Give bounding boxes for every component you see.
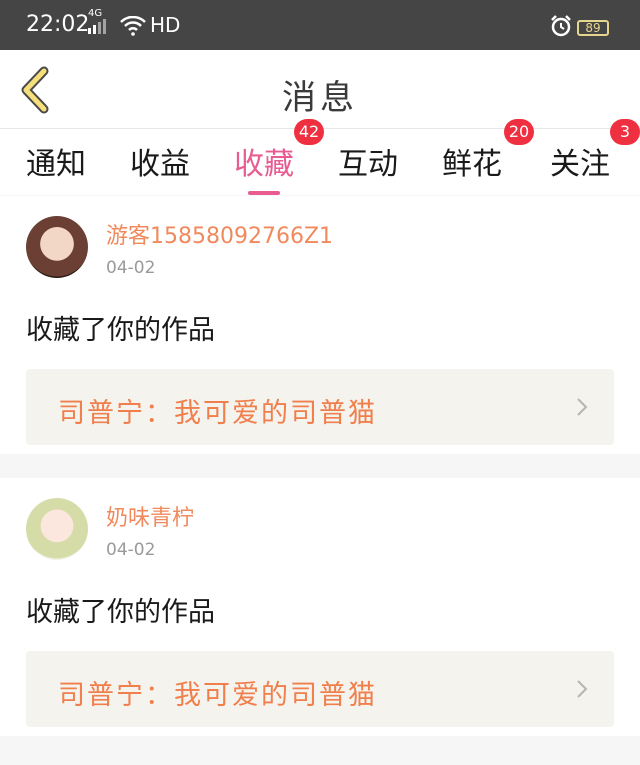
tab-follows[interactable]: 关注 3	[550, 119, 640, 183]
flowers-badge: 20	[504, 119, 534, 145]
tab-label: 收益	[130, 147, 190, 182]
user-name[interactable]: 奶味青柠	[106, 500, 194, 532]
tab-earnings[interactable]: 收益	[130, 139, 190, 183]
notification-action: 收藏了你的作品	[26, 315, 215, 346]
tab-interactions[interactable]: 互动	[338, 139, 398, 183]
work-title: 司普宁：我可爱的司普猫	[58, 680, 377, 711]
work-link[interactable]: 司普宁：我可爱的司普猫	[26, 369, 614, 445]
battery-level: 89	[585, 21, 601, 35]
chevron-right-icon	[577, 398, 588, 416]
active-tab-indicator	[248, 191, 280, 195]
notification-date: 04-02	[106, 258, 156, 278]
status-time: 22:02	[26, 12, 90, 37]
tab-notifications[interactable]: 通知	[26, 139, 86, 183]
tab-label: 鲜花	[442, 147, 502, 182]
tab-flowers[interactable]: 鲜花 20	[442, 119, 534, 183]
network-type: 4G	[88, 8, 103, 19]
tab-bar: 通知 收益 收藏 42 互动 鲜花 20 关注 3	[0, 119, 640, 195]
tab-label: 通知	[26, 147, 86, 182]
notification-action: 收藏了你的作品	[26, 597, 215, 628]
notification-card: 奶味青柠 04-02 收藏了你的作品 司普宁：我可爱的司普猫	[0, 478, 640, 736]
tab-label: 关注	[550, 147, 610, 182]
avatar[interactable]	[26, 216, 88, 278]
tab-label: 收藏	[234, 147, 294, 182]
user-name[interactable]: 游客15858092766Z1	[106, 218, 333, 250]
page-title: 消息	[282, 78, 358, 118]
follows-badge: 3	[610, 119, 640, 145]
alarm-icon	[550, 15, 572, 41]
wifi-icon	[120, 15, 146, 40]
hd-indicator: HD	[150, 13, 181, 37]
work-link[interactable]: 司普宁：我可爱的司普猫	[26, 651, 614, 727]
chevron-right-icon	[577, 680, 588, 698]
avatar[interactable]	[26, 498, 88, 560]
notification-card: 游客15858092766Z1 04-02 收藏了你的作品 司普宁：我可爱的司普…	[0, 196, 640, 454]
notification-date: 04-02	[106, 540, 156, 560]
tab-label: 互动	[338, 147, 398, 182]
work-title: 司普宁：我可爱的司普猫	[58, 398, 377, 429]
status-bar: 22:02 4G HD 89	[0, 0, 640, 50]
battery-icon: 89	[577, 20, 609, 36]
nav-bar: 消息	[0, 50, 640, 129]
tab-favorites[interactable]: 收藏 42	[234, 119, 324, 195]
favorites-badge: 42	[294, 119, 324, 145]
